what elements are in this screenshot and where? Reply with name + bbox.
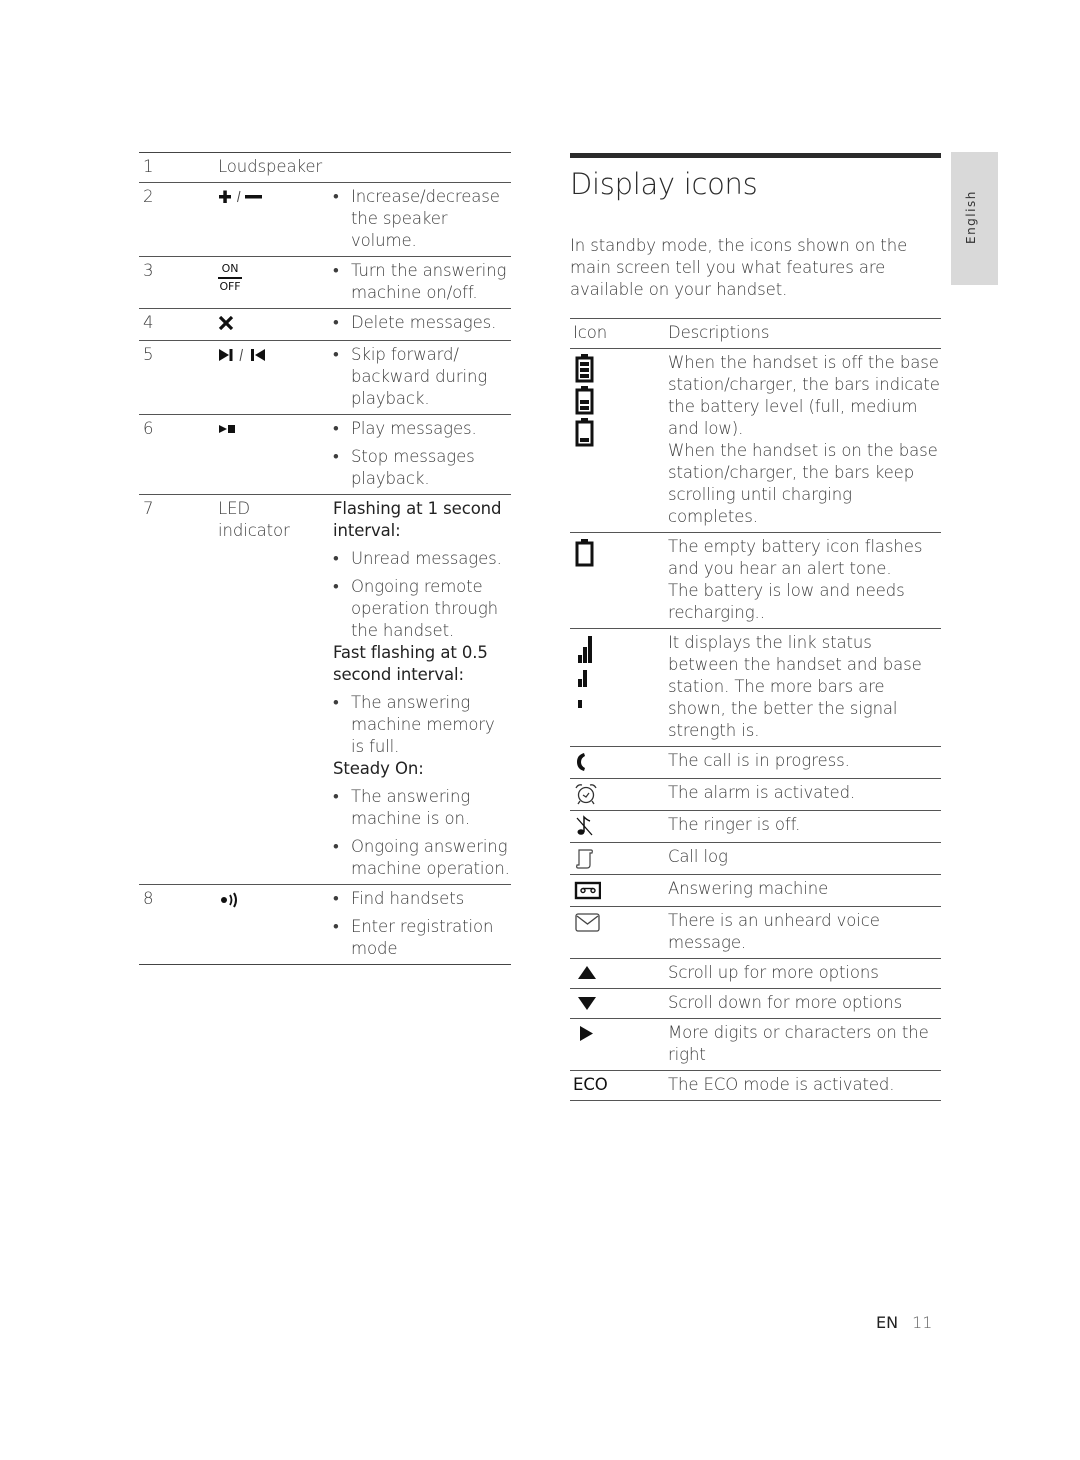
table-row: 8 • Find handsets • Enter registration mod… [139, 885, 511, 965]
description-line: Call log [668, 847, 728, 866]
language-label: English [964, 190, 978, 244]
signal-strength-icon [570, 632, 668, 742]
row-number: 1 [143, 157, 154, 176]
description-line: It displays the link status between the … [668, 633, 922, 740]
table-row: 6 • Play messages. • Stop messages playbac… [139, 415, 511, 495]
table-row: When the handset is off the base station… [570, 349, 941, 533]
table-row: 4 • Delete messages. [139, 309, 511, 341]
description-line: When the handset is on the base station/… [668, 441, 938, 526]
bullet-item: • Delete messages. [333, 313, 497, 332]
play-stop-icon [218, 418, 238, 440]
on-off-icon: ON OFF [218, 262, 242, 293]
description-line: The ringer is off. [668, 815, 801, 834]
table-row: ECO The ECO mode is activated. [570, 1071, 941, 1101]
section-title: Display icons [570, 167, 758, 201]
bullet-item: • Stop messages playback. [333, 447, 475, 488]
table-row: 5 • Skip forward/ backward during playbac… [139, 341, 511, 415]
delete-x-icon [218, 312, 234, 334]
row-number: 5 [143, 345, 154, 364]
bullet-item: • Find handsets [333, 889, 465, 908]
bullet-item: • The answering machine memory is full. [333, 693, 495, 756]
bullet-item: • Increase/decrease the speaker volume. [333, 187, 500, 250]
plus-minus-icon [218, 186, 264, 208]
table-row: Scroll up for more options [570, 959, 941, 989]
table-row: The call is in progress. [570, 747, 941, 779]
table-row: More digits or characters on the right [570, 1019, 941, 1071]
table-row: 3 ON OFF • Turn the answering machine on/… [139, 257, 511, 309]
find-handset-icon [218, 888, 244, 910]
answering-machine-icon [570, 878, 668, 902]
table-header: Icon Descriptions [570, 319, 941, 349]
description-heading: Flashing at 1 second interval: [333, 499, 502, 540]
title-rule [570, 153, 941, 158]
row-number: 8 [143, 889, 154, 908]
table-row: Answering machine [570, 875, 941, 907]
description-line: There is an unheard voice message. [668, 911, 880, 952]
description-line: Scroll up for more options [668, 963, 879, 982]
row-number: 7 [143, 499, 154, 518]
header-icon: Icon [573, 323, 608, 342]
table-row: 2 • Increase/decrease the speaker volume. [139, 183, 511, 257]
voice-message-icon [570, 910, 668, 954]
description-heading: Fast flashing at 0.5 second interval: [333, 643, 488, 684]
description-line: The call is in progress. [668, 751, 850, 770]
more-right-icon [570, 1022, 668, 1066]
row-number: 3 [143, 261, 154, 280]
scroll-down-icon [570, 992, 668, 1014]
icons-table: Icon Descriptions When the handset is of… [570, 318, 941, 1101]
table-row: Scroll down for more options [570, 989, 941, 1019]
description-line: The alarm is activated. [668, 783, 856, 802]
language-tab: English [951, 152, 998, 285]
bullet-item: • Unread messages. [333, 549, 502, 568]
ringer-off-icon [570, 814, 668, 838]
alarm-clock-icon [570, 782, 668, 806]
bullet-item: • Skip forward/ backward during playback. [333, 345, 488, 408]
description-line: The empty battery icon flashes and you h… [668, 537, 923, 578]
bullet-item: • Turn the answering machine on/off. [333, 261, 507, 302]
row-number: 2 [143, 187, 154, 206]
description-line: Answering machine [668, 879, 829, 898]
table-row: 1 Loudspeaker [139, 153, 511, 183]
controls-table: 1 Loudspeaker 2 • Increase/decrease the s… [139, 152, 511, 965]
page-footer: EN 11 [876, 1313, 932, 1332]
row-number: 4 [143, 313, 154, 332]
call-in-progress-icon [570, 750, 668, 774]
table-row: The alarm is activated. [570, 779, 941, 811]
table-row: Call log [570, 843, 941, 875]
description-line: The battery is low and needs recharging.… [668, 581, 905, 622]
bullet-item: • Play messages. [333, 419, 477, 438]
table-row: 7 LED indicator Flashing at 1 second int… [139, 495, 511, 885]
bullet-item: • Ongoing remote operation through the ha… [333, 577, 499, 640]
description-line: Scroll down for more options [668, 993, 903, 1012]
row-key-label: LED indicator [218, 499, 290, 540]
skip-forward-backward-icon [218, 344, 268, 366]
row-key-label: Loudspeaker [218, 157, 323, 176]
row-number: 6 [143, 419, 154, 438]
page-number: 11 [912, 1313, 933, 1332]
description-line: The ECO mode is activated. [668, 1075, 895, 1094]
description-line: More digits or characters on the right [668, 1023, 929, 1064]
footer-language: EN [876, 1313, 899, 1332]
description-line: When the handset is off the base station… [668, 353, 940, 438]
intro-paragraph: In standby mode, the icons shown on the … [570, 236, 908, 299]
scroll-up-icon [570, 962, 668, 984]
battery-empty-icon [570, 536, 668, 624]
description-heading: Steady On: [333, 759, 424, 778]
bullet-item: • Enter registration mode [333, 917, 494, 958]
table-row: The empty battery icon flashes and you h… [570, 533, 941, 629]
bullet-item: • Ongoing answering machine operation. [333, 837, 510, 878]
table-row: It displays the link status between the … [570, 629, 941, 747]
eco-icon: ECO [573, 1075, 608, 1094]
call-log-icon [570, 846, 668, 870]
header-descriptions: Descriptions [668, 323, 770, 342]
table-row: The ringer is off. [570, 811, 941, 843]
battery-levels-icon [570, 352, 668, 528]
bullet-item: • The answering machine is on. [333, 787, 471, 828]
display-icons-section: Display icons In standby mode, the icons… [570, 153, 941, 1101]
table-row: There is an unheard voice message. [570, 907, 941, 959]
